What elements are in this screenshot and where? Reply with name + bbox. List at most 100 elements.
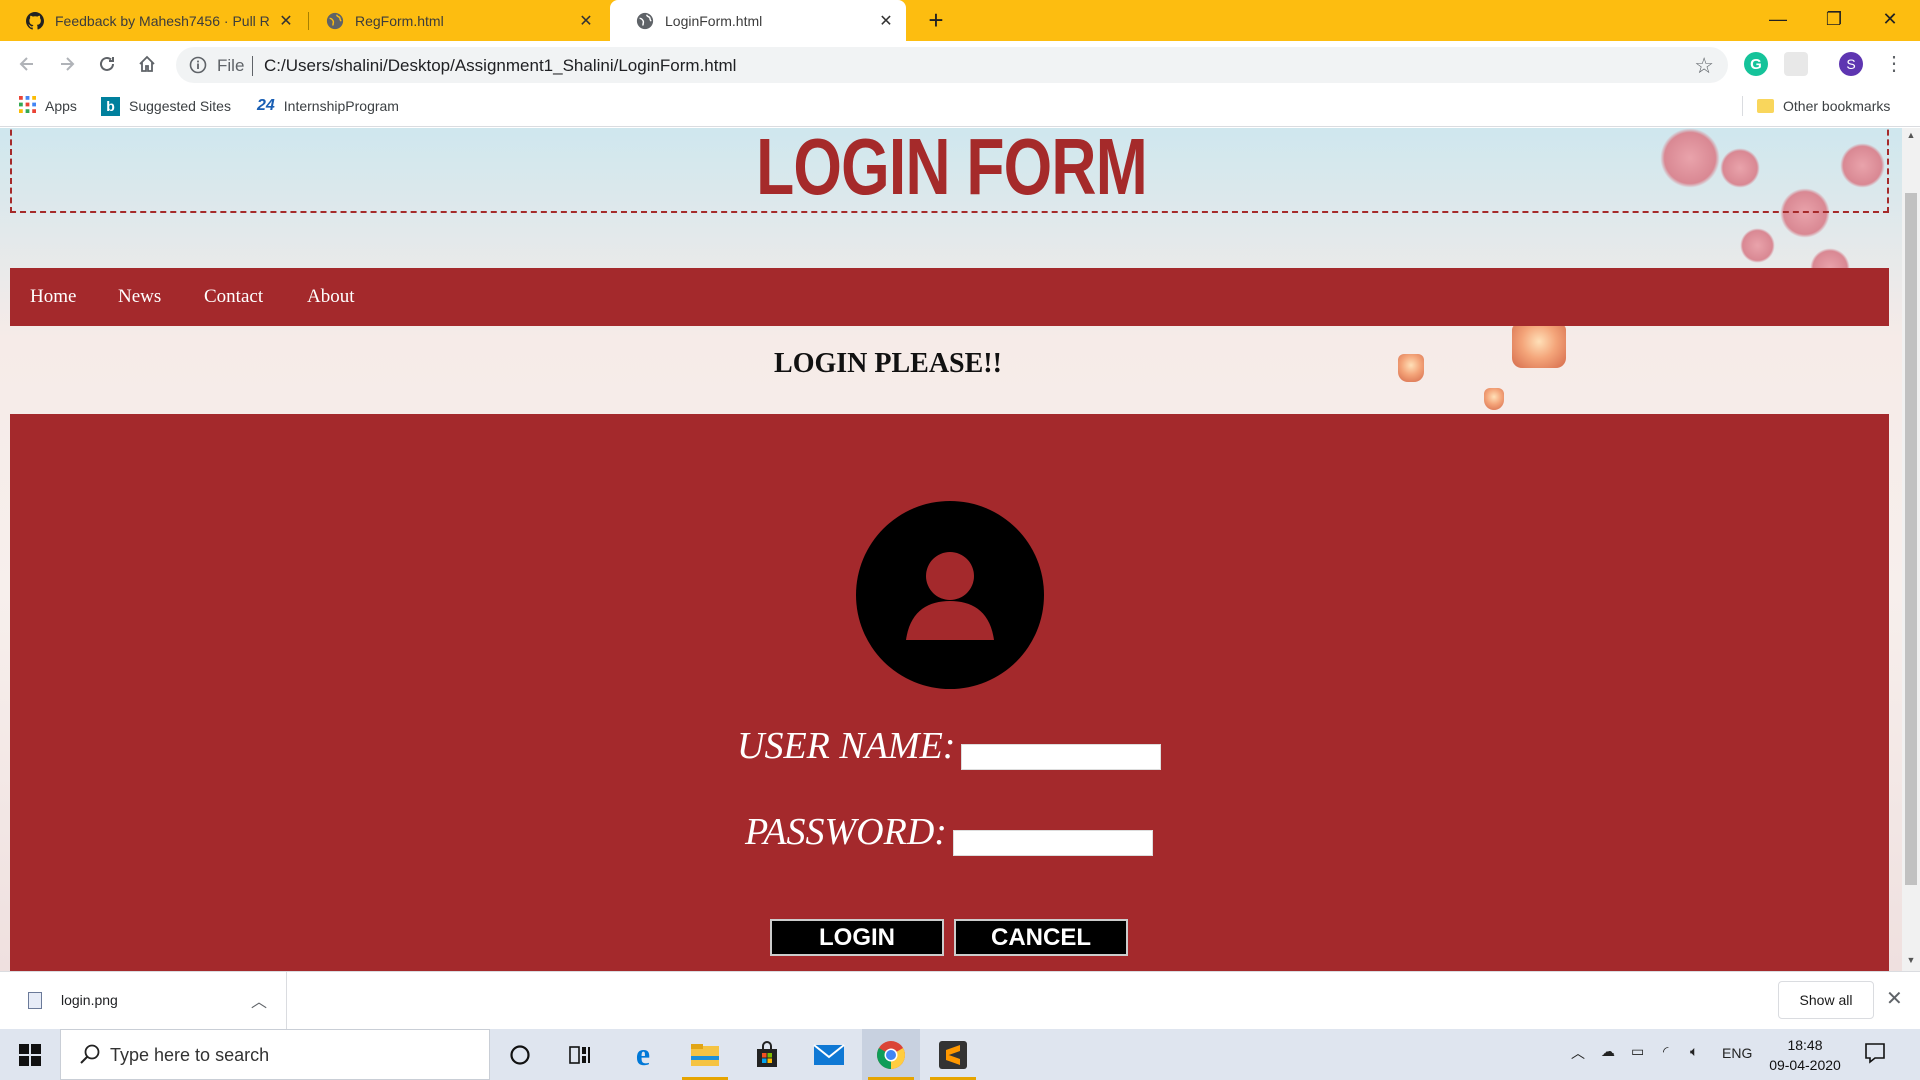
system-clock[interactable]: 18:48 09-04-2020: [1760, 1035, 1850, 1075]
info-icon[interactable]: [188, 55, 208, 75]
url-text[interactable]: C:/Users/shalini/Desktop/Assignment1_Sha…: [264, 56, 736, 76]
sublime-icon[interactable]: [924, 1029, 982, 1080]
show-all-button[interactable]: Show all: [1778, 981, 1874, 1019]
tab-loginform[interactable]: LoginForm.html ✕: [610, 0, 906, 41]
home-button[interactable]: [132, 49, 162, 79]
other-bookmarks[interactable]: Other bookmarks: [1757, 88, 1890, 124]
scroll-thumb[interactable]: [1905, 193, 1917, 885]
globe-icon: [635, 11, 655, 31]
edge-icon[interactable]: e: [614, 1029, 672, 1080]
taskbar-search-box[interactable]: Type here to search: [60, 1029, 490, 1080]
tab-feedback[interactable]: Feedback by Mahesh7456 · Pull R ✕: [0, 0, 306, 41]
cancel-button[interactable]: CANCEL: [954, 919, 1128, 956]
image-file-icon: [28, 992, 42, 1009]
battery-icon[interactable]: ▭: [1631, 1043, 1644, 1060]
back-arrow-icon: [19, 57, 33, 71]
nav-contact[interactable]: Contact: [204, 286, 263, 308]
folder-icon: [1757, 99, 1774, 113]
close-icon[interactable]: ✕: [576, 11, 596, 31]
bookmark-internship[interactable]: 24 InternshipProgram: [257, 88, 399, 124]
reload-icon: [100, 56, 114, 71]
tab-title: LoginForm.html: [665, 12, 763, 29]
new-tab-button[interactable]: +: [922, 6, 950, 34]
store-icon[interactable]: [738, 1029, 796, 1080]
bookmark-label: InternshipProgram: [283, 98, 399, 114]
page-scrollbar[interactable]: ▲ ▼: [1902, 128, 1920, 971]
close-icon[interactable]: ✕: [876, 11, 896, 31]
chevron-up-icon[interactable]: ︿: [251, 988, 267, 1012]
nav-about[interactable]: About: [307, 286, 355, 308]
grammarly-icon[interactable]: G: [1744, 52, 1768, 76]
url-divider: [252, 56, 253, 76]
forward-button[interactable]: [52, 49, 82, 79]
tab-title: Feedback by Mahesh7456 · Pull R: [55, 12, 270, 29]
bing-icon: b: [101, 96, 120, 116]
reload-button[interactable]: [92, 49, 122, 79]
home-icon: [139, 55, 155, 72]
clock-date: 09-04-2020: [1769, 1057, 1841, 1073]
site-navbar: Home News Contact About: [10, 268, 1889, 326]
24-icon: 24: [257, 97, 275, 114]
close-icon[interactable]: ✕: [276, 11, 296, 31]
mail-icon[interactable]: [800, 1029, 858, 1080]
page-viewport: LOGIN FORM Home News Contact About LOGIN…: [0, 128, 1902, 971]
bookmark-star-icon[interactable]: ☆: [1694, 53, 1714, 79]
nav-home[interactable]: Home: [30, 286, 76, 308]
username-input[interactable]: [961, 744, 1161, 770]
tab-strip: Feedback by Mahesh7456 · Pull R ✕ RegFor…: [0, 0, 1920, 41]
bookmark-apps[interactable]: Apps: [19, 88, 77, 124]
chrome-icon[interactable]: [862, 1029, 920, 1080]
bookmark-suggested-sites[interactable]: b Suggested Sites: [101, 88, 231, 124]
page-title: LOGIN FORM: [756, 128, 1148, 211]
download-item[interactable]: login.png ︿: [0, 972, 287, 1029]
login-button[interactable]: LOGIN: [770, 919, 944, 956]
back-button[interactable]: [12, 49, 42, 79]
user-avatar-icon: [856, 501, 1044, 689]
chevron-up-icon[interactable]: ︿: [1571, 1043, 1585, 1063]
scroll-down-arrow-icon[interactable]: ▼: [1902, 955, 1920, 969]
url-scheme: File: [217, 56, 245, 75]
bookmark-label: Suggested Sites: [129, 98, 231, 114]
task-view-icon[interactable]: [551, 1029, 609, 1080]
close-icon[interactable]: ✕: [1886, 986, 1903, 1011]
cortana-icon[interactable]: [491, 1029, 549, 1080]
volume-icon[interactable]: 🔈︎: [1690, 1043, 1698, 1060]
bookmarks-bar: Apps b Suggested Sites 24 InternshipProg…: [0, 88, 1920, 127]
search-icon: [80, 1044, 100, 1064]
notifications-icon[interactable]: [1863, 1041, 1887, 1070]
forward-arrow-icon: [61, 57, 75, 71]
menu-kebab-icon[interactable]: ⋮: [1882, 52, 1906, 76]
username-label: USER NAME:: [737, 725, 956, 767]
onedrive-icon[interactable]: ☁: [1601, 1043, 1615, 1060]
download-shelf: login.png ︿ Show all ✕: [0, 971, 1920, 1029]
extension-icon[interactable]: [1784, 52, 1808, 76]
bookmark-divider: [1742, 96, 1743, 116]
start-button[interactable]: [0, 1029, 60, 1080]
apps-grid-icon: [19, 96, 36, 116]
minimize-button[interactable]: —: [1755, 0, 1801, 41]
windows-logo-icon: [19, 1043, 41, 1066]
restore-button[interactable]: ❐: [1811, 0, 1857, 41]
github-icon: [25, 11, 45, 31]
close-window-button[interactable]: ✕: [1867, 0, 1913, 41]
file-explorer-icon[interactable]: [676, 1029, 734, 1080]
scroll-up-arrow-icon[interactable]: ▲: [1902, 130, 1920, 144]
clock-time: 18:48: [1787, 1037, 1823, 1053]
tab-regform[interactable]: RegForm.html ✕: [300, 0, 606, 41]
blossom-decoration: [1740, 228, 1775, 263]
nav-news[interactable]: News: [118, 286, 161, 308]
login-form-panel: USER NAME: PASSWORD: LOGIN CANCEL: [10, 414, 1889, 971]
language-indicator[interactable]: ENG: [1722, 1045, 1752, 1061]
globe-icon: [325, 11, 345, 31]
login-subheading: LOGIN PLEASE!!: [774, 348, 1002, 379]
tab-title: RegForm.html: [355, 12, 444, 29]
password-label: PASSWORD:: [745, 811, 947, 853]
bookmark-label: Apps: [45, 98, 77, 114]
page-header: LOGIN FORM: [10, 128, 1889, 213]
profile-avatar[interactable]: S: [1839, 52, 1863, 76]
search-placeholder: Type here to search: [110, 1045, 270, 1065]
password-input[interactable]: [953, 830, 1153, 856]
lantern-decoration: [1484, 388, 1504, 410]
wifi-icon[interactable]: ◜: [1663, 1043, 1668, 1060]
address-bar[interactable]: File C:/Users/shalini/Desktop/Assignment…: [176, 47, 1728, 83]
